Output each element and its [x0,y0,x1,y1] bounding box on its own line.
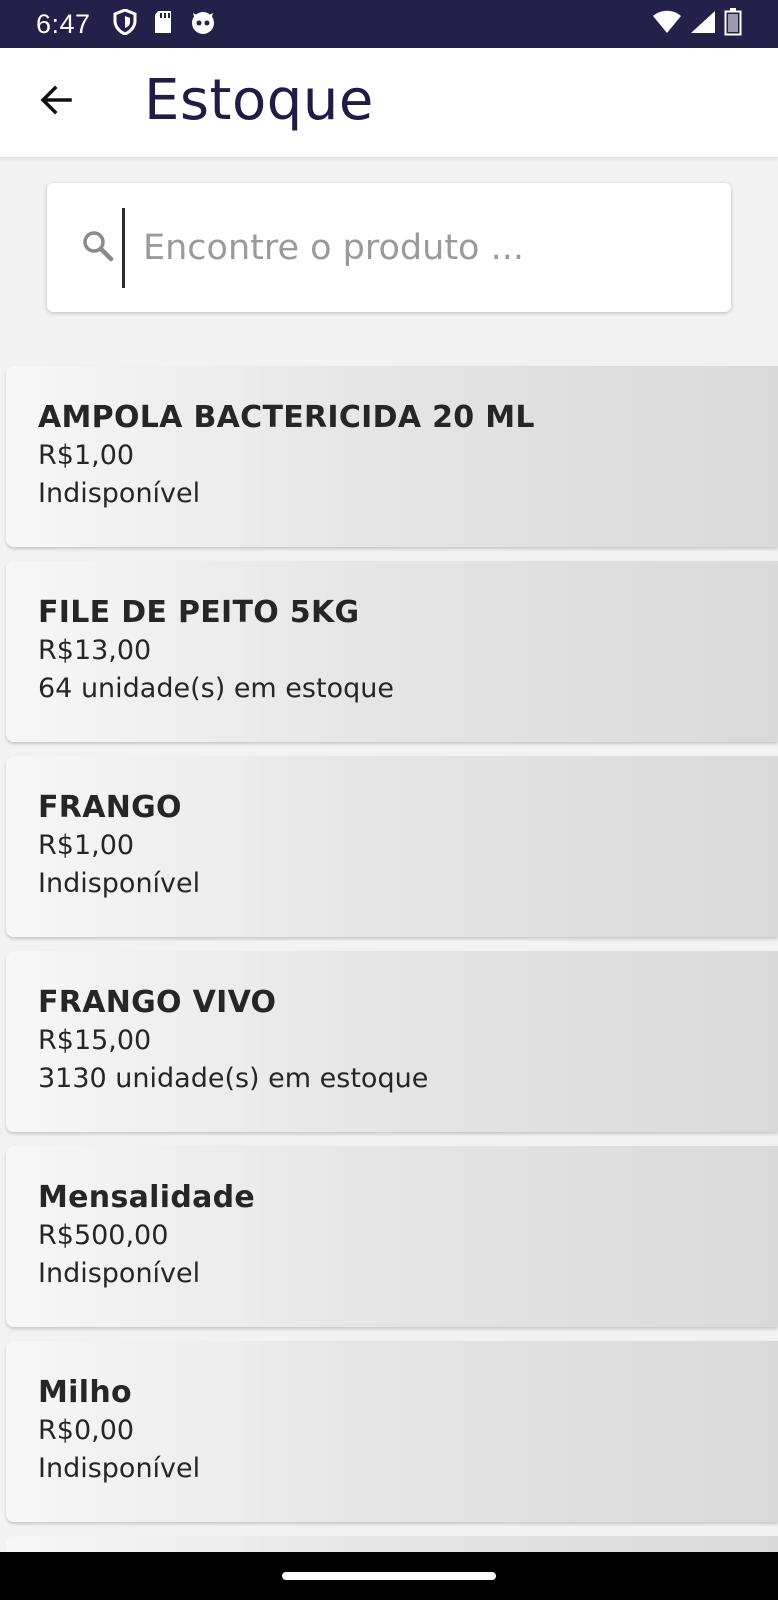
product-stock: Indisponível [38,1453,201,1484]
status-right-icons [652,7,742,41]
status-left-icons [113,7,217,40]
product-price: R$13,00 [38,635,152,666]
product-stock: 64 unidade(s) em estoque [38,673,394,704]
product-card[interactable]: FILE DE PEITO 5KG R$13,00 64 unidade(s) … [6,561,778,742]
back-button[interactable] [30,76,82,128]
product-name: FRANGO VIVO [38,985,277,1020]
product-stock: 3130 unidade(s) em estoque [38,1063,429,1094]
product-name: FRANGO [38,790,182,825]
product-list: AMPOLA BACTERICIDA 20 ML R$1,00 Indispon… [6,366,778,1580]
product-stock: Indisponível [38,1258,201,1289]
app-bar: Estoque [0,48,778,158]
cat-icon [189,9,217,40]
product-price: R$0,00 [38,1415,135,1446]
arrow-left-icon [38,82,74,123]
product-name: FILE DE PEITO 5KG [38,595,360,630]
page-title: Estoque [144,68,374,133]
shield-icon [113,7,137,40]
status-bar: 6:47 [0,0,778,48]
status-time: 6:47 [36,8,91,39]
home-indicator[interactable] [282,1572,496,1580]
product-price: R$1,00 [38,440,135,471]
product-price: R$500,00 [38,1220,169,1251]
text-cursor [122,208,125,288]
cell-signal-icon [690,10,716,39]
product-price: R$15,00 [38,1025,152,1056]
battery-icon [724,7,742,41]
product-name: AMPOLA BACTERICIDA 20 ML [38,400,535,435]
product-stock: Indisponível [38,868,201,899]
product-card[interactable]: Mensalidade R$500,00 Indisponível [6,1146,778,1327]
product-card[interactable]: FRANGO R$1,00 Indisponível [6,756,778,937]
search-icon [81,229,115,263]
product-name: Mensalidade [38,1180,256,1215]
product-name: Milho [38,1375,132,1410]
product-card[interactable]: Milho R$0,00 Indisponível [6,1341,778,1522]
sd-card-icon [153,10,173,39]
search-box[interactable] [47,183,731,312]
wifi-icon [652,10,682,39]
product-card[interactable]: AMPOLA BACTERICIDA 20 ML R$1,00 Indispon… [6,366,778,547]
product-stock: Indisponível [38,478,201,509]
navigation-bar [0,1552,778,1600]
product-price: R$1,00 [38,830,135,861]
product-card[interactable]: FRANGO VIVO R$15,00 3130 unidade(s) em e… [6,951,778,1132]
search-input[interactable] [143,217,703,279]
